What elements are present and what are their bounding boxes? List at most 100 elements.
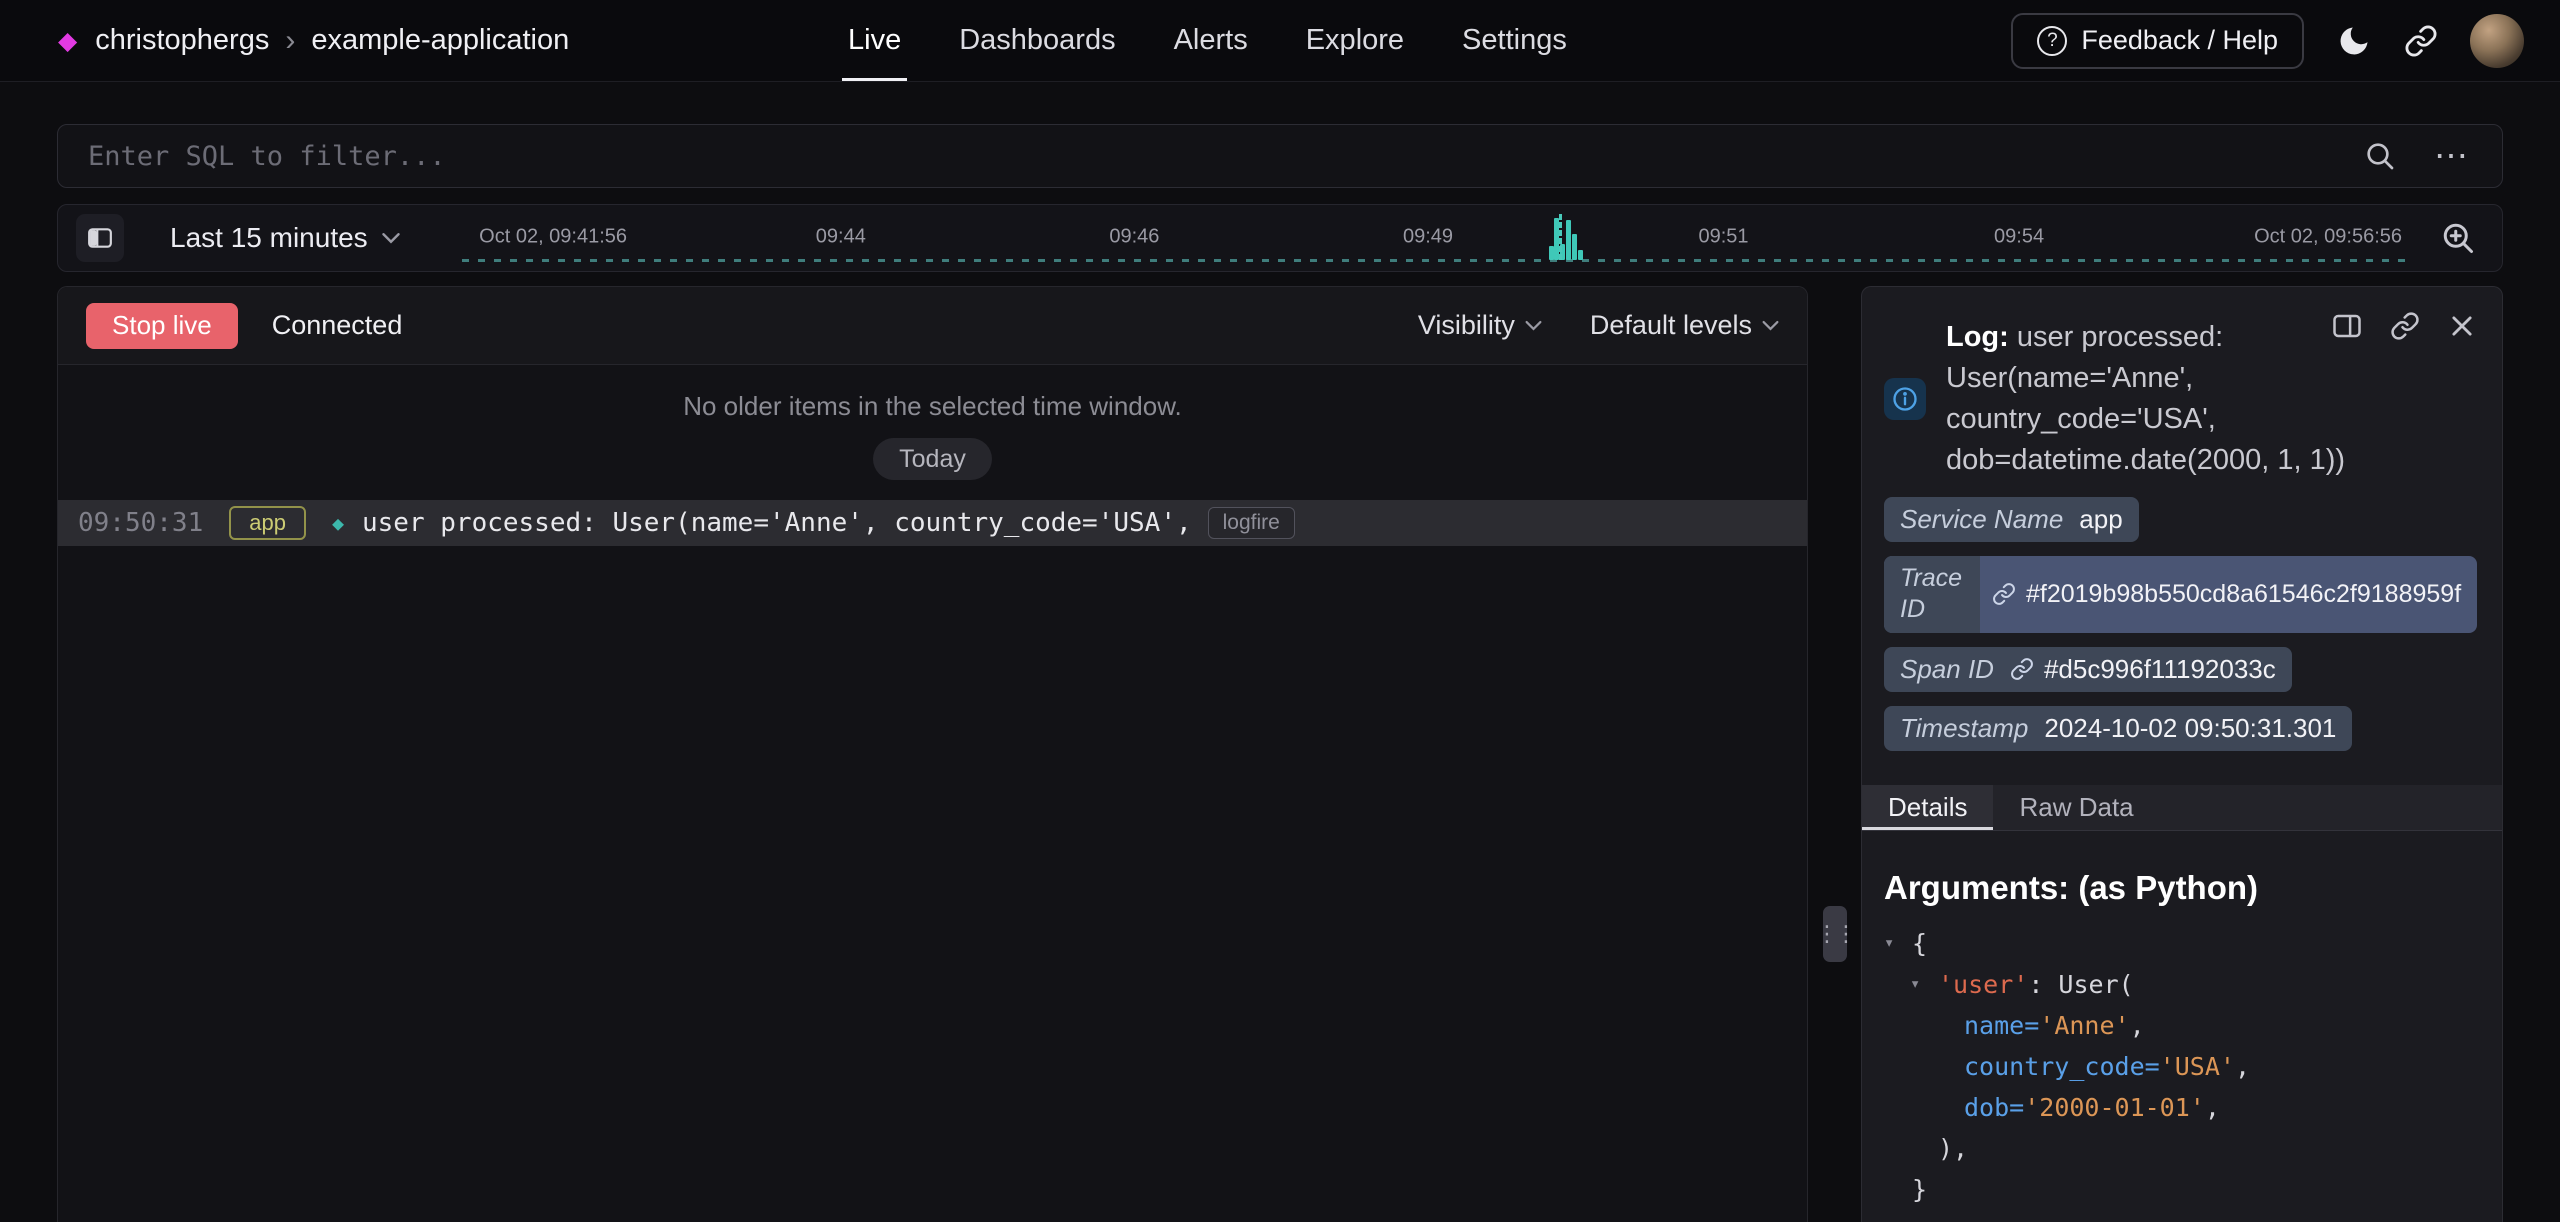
detail-tab-details[interactable]: Details <box>1862 785 1993 830</box>
log-message: user processed: User(name='Anne', countr… <box>362 508 1192 538</box>
log-detail-panel: Log: user processed: User(name='Anne', c… <box>1861 286 2503 1222</box>
service-name-label: Service Name <box>1884 497 2079 542</box>
code-token: , <box>2130 1005 2145 1046</box>
timestamp-value: 2024-10-02 09:50:31.301 <box>2044 706 2352 751</box>
feedback-help-label: Feedback / Help <box>2081 25 2278 56</box>
code-line: name='Anne', <box>1884 1005 2476 1046</box>
timeline-tick: 09:51 <box>1699 225 1749 248</box>
code-token: 'USA' <box>2160 1046 2235 1087</box>
span-id-value[interactable]: #d5c996f11192033c <box>2044 654 2276 685</box>
code-token: : User( <box>2028 964 2133 1005</box>
log-row-selected[interactable]: 09:50:31 app ◆ user processed: User(name… <box>58 500 1807 546</box>
info-icon <box>1884 378 1926 420</box>
timeline-tick: Oct 02, 09:41:56 <box>479 225 627 248</box>
service-name-field: Service Name app <box>1884 497 2139 542</box>
tab-dashboards[interactable]: Dashboards <box>959 0 1115 81</box>
sql-filter-input[interactable] <box>58 125 2364 187</box>
sidebar-toggle-icon[interactable] <box>76 214 124 262</box>
code-token: } <box>1912 1169 1927 1210</box>
panel-resize-handle[interactable]: ⋮⋮ <box>1823 906 1847 962</box>
connection-status: Connected <box>272 310 403 341</box>
timeline-baseline <box>462 259 2406 262</box>
code-token: , <box>2235 1046 2250 1087</box>
code-token: { <box>1912 923 1927 964</box>
code-token: , <box>2205 1087 2220 1128</box>
tab-settings[interactable]: Settings <box>1462 0 1567 81</box>
user-avatar[interactable] <box>2470 14 2524 68</box>
more-options-icon[interactable]: ⋯ <box>2434 139 2470 173</box>
trace-id-value[interactable]: #f2019b98b550cd8a61546c2f9188959f <box>2026 580 2461 609</box>
code-line: dob='2000-01-01', <box>1884 1087 2476 1128</box>
link-icon <box>1992 582 2016 606</box>
breadcrumb: ◆ christophergs › example-application <box>0 24 569 58</box>
histogram-bar <box>1578 250 1583 260</box>
tab-live[interactable]: Live <box>848 0 901 81</box>
code-token: dob= <box>1964 1087 2024 1128</box>
close-icon[interactable] <box>2448 311 2476 341</box>
arguments-title: Arguments: <box>1884 869 2078 906</box>
visibility-label: Visibility <box>1418 310 1515 341</box>
code-line: country_code='USA', <box>1884 1046 2476 1087</box>
timeline-tick: 09:54 <box>1994 225 2044 248</box>
detail-tab-raw-data[interactable]: Raw Data <box>1993 785 2159 830</box>
code-line: ), <box>1884 1128 2476 1169</box>
chevron-down-icon <box>382 232 400 244</box>
tab-explore[interactable]: Explore <box>1306 0 1404 81</box>
code-line: ▾'user': User( <box>1884 964 2476 1005</box>
dark-mode-toggle-icon[interactable] <box>2336 23 2372 59</box>
collapse-caret-icon[interactable]: ▾ <box>1910 964 1938 1005</box>
time-range-bar: Last 15 minutes Oct 02, 09:41:5609:4409:… <box>57 204 2503 272</box>
timeline-tick: 09:49 <box>1403 225 1453 248</box>
today-button[interactable]: Today <box>873 438 992 480</box>
nav-right-cluster: ? Feedback / Help <box>2011 0 2524 81</box>
timeline-histogram[interactable]: Oct 02, 09:41:5609:4409:4609:4909:5109:5… <box>462 205 2406 271</box>
breadcrumb-separator: › <box>285 24 295 58</box>
detail-kind-label: Log: <box>1946 321 2017 353</box>
detail-tabs: DetailsRaw Data <box>1862 785 2502 831</box>
feedback-help-button[interactable]: ? Feedback / Help <box>2011 13 2304 69</box>
tab-alerts[interactable]: Alerts <box>1174 0 1248 81</box>
timestamp-label: Timestamp <box>1884 706 2044 751</box>
log-timestamp: 09:50:31 <box>78 508 203 538</box>
service-tag-badge: app <box>229 506 306 540</box>
timeline-tick: 09:46 <box>1109 225 1159 248</box>
arguments-heading: Arguments: (as Python) <box>1862 831 2502 907</box>
code-line: } <box>1884 1169 2476 1210</box>
code-token: '2000-01-01' <box>2024 1087 2205 1128</box>
zoom-in-icon[interactable] <box>2440 220 2476 256</box>
copy-link-icon[interactable] <box>2390 311 2420 341</box>
stop-live-button[interactable]: Stop live <box>86 303 238 349</box>
time-range-select[interactable]: Last 15 minutes <box>170 222 400 254</box>
breadcrumb-project[interactable]: example-application <box>311 24 569 57</box>
logfire-logo-icon[interactable]: ◆ <box>58 26 77 56</box>
live-log-panel: Stop live Connected Visibility Default l… <box>57 286 1808 1222</box>
code-token: name= <box>1964 1005 2039 1046</box>
breadcrumb-org[interactable]: christophergs <box>95 24 269 57</box>
visibility-dropdown[interactable]: Visibility <box>1418 310 1542 341</box>
default-levels-dropdown[interactable]: Default levels <box>1590 310 1779 341</box>
histogram-bar <box>1566 220 1571 260</box>
empty-window-notice: No older items in the selected time wind… <box>58 391 1807 422</box>
timeline-cursor <box>1559 214 1562 260</box>
code-token: country_code= <box>1964 1046 2160 1087</box>
chevron-down-icon <box>1762 320 1779 331</box>
search-icon[interactable] <box>2364 140 2396 172</box>
code-token: 'Anne' <box>2039 1005 2129 1046</box>
arguments-mode: (as Python) <box>2078 869 2258 906</box>
trace-id-field[interactable]: Trace ID #f2019b98b550cd8a61546c2f918895… <box>1884 556 2477 633</box>
timeline-tick: Oct 02, 09:56:56 <box>2254 225 2402 248</box>
open-in-panel-icon[interactable] <box>2332 311 2362 341</box>
timestamp-field: Timestamp 2024-10-02 09:50:31.301 <box>1884 706 2352 751</box>
log-level-diamond-icon: ◆ <box>332 511 344 535</box>
log-list: No older items in the selected time wind… <box>58 365 1807 1222</box>
collapse-caret-icon[interactable]: ▾ <box>1884 923 1912 964</box>
span-id-field[interactable]: Span ID #d5c996f11192033c <box>1884 647 2292 692</box>
top-nav: ◆ christophergs › example-application Li… <box>0 0 2560 82</box>
service-name-value: app <box>2079 497 2138 542</box>
code-token: 'user' <box>1938 964 2028 1005</box>
detail-title: Log: user processed: User(name='Anne', c… <box>1946 317 2348 481</box>
share-link-icon[interactable] <box>2404 24 2438 58</box>
histogram-bar <box>1549 246 1554 260</box>
question-icon: ? <box>2037 26 2067 56</box>
live-log-header: Stop live Connected Visibility Default l… <box>58 287 1807 365</box>
